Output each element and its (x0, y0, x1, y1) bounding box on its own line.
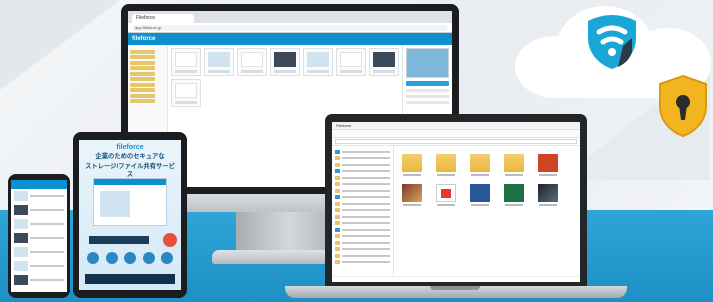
tree-item[interactable] (130, 82, 155, 87)
preview-image (406, 48, 449, 78)
explorer-address-bar[interactable] (332, 138, 580, 146)
nav-item[interactable] (335, 247, 390, 252)
feature-icon (142, 252, 155, 264)
explorer-title-bar: Fileforce (332, 122, 580, 130)
preview-line (406, 89, 449, 92)
explorer-status-bar (332, 276, 580, 282)
phone-app-header (11, 180, 67, 189)
preview-line (406, 101, 449, 104)
nav-item[interactable] (335, 156, 390, 161)
tree-item[interactable] (130, 60, 155, 65)
preview-action-button[interactable] (406, 81, 449, 86)
file-thumbnail[interactable] (369, 48, 399, 76)
tablet-footer (85, 274, 175, 284)
nav-item[interactable] (335, 214, 390, 219)
feature-icon (105, 252, 118, 264)
nav-item[interactable] (335, 188, 390, 193)
tablet-product-mockup (93, 178, 167, 226)
feature-icon (161, 252, 173, 264)
excel-file-icon[interactable] (502, 184, 526, 206)
tree-item[interactable] (130, 88, 155, 92)
tree-item[interactable] (130, 93, 155, 98)
laptop-screen: Fileforce (332, 122, 580, 282)
folder-item[interactable] (468, 154, 492, 176)
tablet: fileforce 企業のためのセキュアな ストレージ/ファイル共有サービス (73, 132, 187, 298)
tree-item[interactable] (130, 71, 155, 76)
image-file-icon[interactable] (400, 184, 424, 206)
phone-list-item[interactable] (11, 203, 67, 217)
tablet-headline-1: 企業のためのセキュアな (95, 153, 165, 160)
nav-item[interactable] (335, 240, 390, 245)
word-file-icon[interactable] (468, 184, 492, 206)
nav-item[interactable] (335, 162, 390, 167)
nav-item[interactable] (335, 253, 390, 258)
tree-item[interactable] (130, 66, 155, 70)
tablet-cta-button[interactable] (89, 236, 149, 244)
nav-item[interactable] (335, 149, 390, 154)
tree-item[interactable] (130, 55, 155, 59)
file-thumbnail[interactable] (237, 48, 267, 76)
address-bar[interactable]: app.fileforce.jp (132, 24, 448, 31)
nav-item[interactable] (335, 208, 390, 213)
explorer-file-grid (394, 146, 580, 276)
tree-item[interactable] (130, 99, 155, 103)
app-header: fileforce (128, 33, 452, 45)
explorer-nav-pane (332, 146, 394, 276)
laptop-notch (430, 286, 480, 290)
nav-item[interactable] (335, 195, 390, 200)
lock-shield-icon (659, 74, 707, 138)
tablet-badge (163, 233, 177, 247)
background-shape (0, 0, 120, 90)
phone-list-item[interactable] (11, 259, 67, 273)
pdf-file-icon[interactable] (434, 184, 458, 206)
file-thumbnail[interactable] (204, 48, 234, 76)
app-logo: fileforce (132, 36, 156, 42)
tablet-hero: fileforce 企業のためのセキュアな ストレージ/ファイル共有サービス (79, 140, 181, 290)
browser-tab[interactable]: Fileforce (132, 14, 194, 23)
nav-item[interactable] (335, 169, 390, 174)
explorer-body (332, 146, 580, 276)
phone-list-item[interactable] (11, 231, 67, 245)
folder-item[interactable] (434, 154, 458, 176)
smartphone (8, 174, 70, 298)
folder-item[interactable] (502, 154, 526, 176)
nav-item[interactable] (335, 201, 390, 206)
preview-line (406, 95, 449, 98)
file-thumbnail[interactable] (171, 79, 201, 107)
folder-item[interactable] (400, 154, 424, 176)
tablet-screen: fileforce 企業のためのセキュアな ストレージ/ファイル共有サービス (79, 140, 181, 290)
browser-toolbar: app.fileforce.jp (128, 23, 452, 33)
tree-item[interactable] (130, 49, 155, 54)
file-thumbnail[interactable] (303, 48, 333, 76)
phone-screen (11, 180, 67, 292)
laptop: Fileforce (325, 114, 587, 288)
fileforce-cloud-logo-icon (588, 15, 636, 69)
nav-item[interactable] (335, 234, 390, 239)
feature-icon (87, 252, 99, 264)
browser-tab-strip: Fileforce (128, 11, 452, 23)
image-file-icon[interactable] (536, 184, 560, 206)
nav-item[interactable] (335, 227, 390, 232)
tablet-feature-icons (87, 252, 173, 264)
explorer-ribbon (332, 130, 580, 138)
nav-item[interactable] (335, 175, 390, 180)
tablet-logo: fileforce (116, 144, 144, 151)
tablet-headline-2: ストレージ/ファイル共有サービス (85, 163, 175, 178)
ppt-file-icon[interactable] (536, 154, 560, 176)
phone-list-item[interactable] (11, 189, 67, 203)
nav-item[interactable] (335, 221, 390, 226)
tree-item[interactable] (130, 77, 155, 81)
nav-item[interactable] (335, 260, 390, 265)
file-thumbnail[interactable] (171, 48, 201, 76)
phone-list-item[interactable] (11, 217, 67, 231)
file-thumbnail[interactable] (270, 48, 300, 76)
phone-list-item[interactable] (11, 245, 67, 259)
feature-icon (124, 252, 136, 264)
nav-item[interactable] (335, 182, 390, 187)
phone-list-item[interactable] (11, 273, 67, 287)
file-thumbnail[interactable] (336, 48, 366, 76)
